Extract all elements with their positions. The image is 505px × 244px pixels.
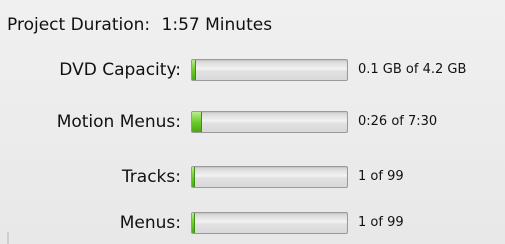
tracks-value: 1 of 99 xyxy=(358,169,404,184)
menus-value: 1 of 99 xyxy=(358,215,404,230)
menus-meter-fill xyxy=(192,213,195,233)
dvd-capacity-meter-fill xyxy=(192,60,197,80)
dvd-capacity-meter xyxy=(191,59,348,81)
dvd-capacity-value: 0.1 GB of 4.2 GB xyxy=(358,62,467,77)
motion-menus-meter xyxy=(191,111,348,133)
project-duration-value: 1:57 Minutes xyxy=(161,15,273,35)
menus-row: Menus: 1 of 99 xyxy=(0,209,505,239)
motion-menus-value: 0:26 of 7:30 xyxy=(358,114,438,129)
tracks-row: Tracks: 1 of 99 xyxy=(0,163,505,193)
tracks-meter xyxy=(191,166,348,188)
project-duration-label: Project Duration: xyxy=(7,15,151,35)
menus-meter xyxy=(191,212,348,234)
disc-meter-panel: Project Duration: 1:57 Minutes DVD Capac… xyxy=(0,0,505,244)
dvd-capacity-row: DVD Capacity: 0.1 GB of 4.2 GB xyxy=(0,56,505,86)
motion-menus-label: Motion Menus: xyxy=(56,112,181,132)
menus-label: Menus: xyxy=(119,213,181,233)
tracks-label: Tracks: xyxy=(121,167,181,187)
project-duration-row: Project Duration: 1:57 Minutes xyxy=(7,15,272,35)
motion-menus-row: Motion Menus: 0:26 of 7:30 xyxy=(0,108,505,138)
motion-menus-meter-fill xyxy=(192,112,202,132)
window-edge-divider xyxy=(7,232,9,244)
dvd-capacity-label: DVD Capacity: xyxy=(59,60,181,80)
tracks-meter-fill xyxy=(192,167,195,187)
